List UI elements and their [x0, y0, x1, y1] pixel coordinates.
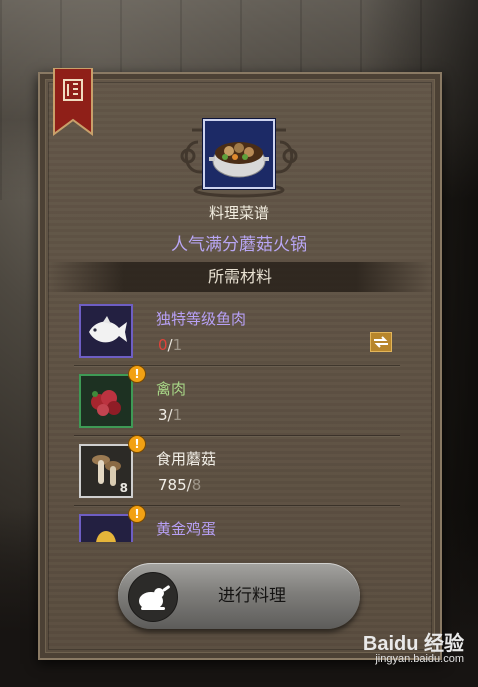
- hotpot-icon: [209, 142, 269, 178]
- material-need: 1: [172, 406, 183, 424]
- material-name: 食用蘑菇: [156, 450, 217, 468]
- alert-badge-icon: !: [129, 366, 145, 382]
- watermark-logo: Baidu 经验: [362, 633, 464, 655]
- material-need: 1: [172, 336, 183, 354]
- materials-list[interactable]: 独特等级鱼肉 0/1 ! 禽肉 3/1 8 ! 食用蘑菇 785/8 ! 黄金鸡…: [46, 296, 434, 542]
- exchange-icon[interactable]: [370, 332, 392, 352]
- cook-button[interactable]: 进行料理: [118, 563, 360, 629]
- material-have: 3: [158, 406, 168, 424]
- material-item-poultry[interactable]: ! 禽肉 3/1: [46, 366, 434, 436]
- golden-egg-icon: [96, 531, 116, 542]
- material-slot[interactable]: 8: [79, 444, 133, 498]
- cook-icon-circle: [128, 572, 178, 622]
- material-name: 禽肉: [156, 380, 187, 398]
- material-have: 0: [158, 336, 168, 354]
- material-quantity: 785/8: [158, 476, 201, 494]
- material-item-mushroom[interactable]: 8 ! 食用蘑菇 785/8: [46, 436, 434, 506]
- materials-header: 所需材料: [46, 262, 434, 292]
- material-item-fish[interactable]: 独特等级鱼肉 0/1: [46, 296, 434, 366]
- material-quantity: 0/1: [158, 336, 182, 354]
- material-slot[interactable]: [79, 304, 133, 358]
- alert-badge-icon: !: [129, 436, 145, 452]
- recipe-name: 人气满分蘑菇火锅: [171, 235, 307, 255]
- alert-badge-icon: !: [129, 506, 145, 522]
- material-need: 8: [191, 476, 202, 494]
- mushroom-hotpot-dish-icon: [203, 119, 275, 189]
- material-item-golden-egg[interactable]: ! 黄金鸡蛋: [46, 506, 434, 542]
- material-name: 黄金鸡蛋: [156, 520, 217, 538]
- baidu-watermark: Baidu 经验 jingyan.baidu.com: [354, 627, 464, 677]
- stack-count: 8: [119, 481, 128, 495]
- material-name: 独特等级鱼肉: [156, 310, 247, 328]
- material-slot[interactable]: [79, 374, 133, 428]
- poultry-meat-icon: [91, 390, 121, 416]
- cook-button-label: 进行料理: [218, 586, 286, 606]
- watermark-url: jingyan.baidu.com: [375, 653, 464, 665]
- material-quantity: 3/1: [158, 406, 182, 424]
- roast-chicken-icon: [139, 585, 170, 610]
- recipe-label: 料理菜谱: [208, 204, 269, 222]
- fish-icon: [89, 316, 127, 343]
- recipe-bookmark-icon[interactable]: [52, 68, 94, 136]
- material-have: 785: [158, 476, 187, 494]
- material-slot[interactable]: [79, 514, 133, 542]
